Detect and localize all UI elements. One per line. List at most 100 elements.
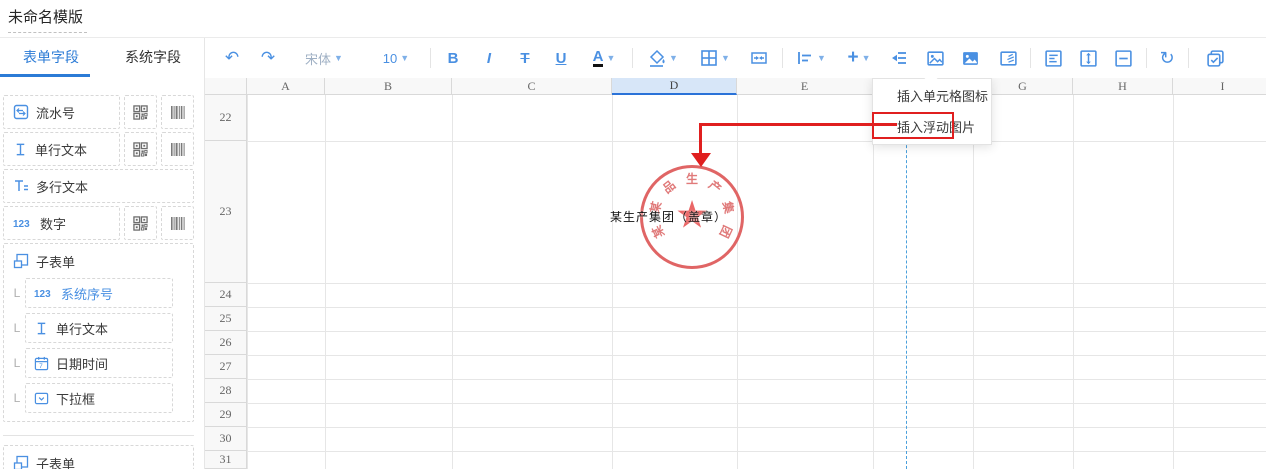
doc-dash-icon [1114,49,1133,68]
image-filled-icon [961,49,980,68]
single-line-text-icon [34,321,49,336]
row-height-button[interactable] [1075,38,1101,78]
chevron-down-icon: ▼ [669,53,678,63]
gridline [247,95,248,469]
field-barcode-item[interactable] [161,132,194,166]
chevron-down-icon: ▼ [334,53,343,63]
redo-button[interactable]: ↷ [256,38,280,78]
paint-bucket-icon [648,49,666,67]
sidebar-tab-0[interactable]: 表单字段 [0,38,102,77]
subform-child-item[interactable]: 下拉框 [25,383,173,413]
insert-image-filled-button[interactable] [957,38,983,78]
column-header-B[interactable]: B [325,78,452,95]
field-item: 流水号 [3,95,194,129]
doc-lines-icon [1044,49,1063,68]
tree-branch-icon: L [9,356,25,370]
underline-button[interactable]: U [548,38,574,78]
clear-format-button[interactable] [1110,38,1136,78]
column-header-A[interactable]: A [247,78,325,95]
subform-group[interactable]: 子表单L123系统序号L单行文本L7日期时间L下拉框 [3,243,194,422]
subform-child-item[interactable]: 7日期时间 [25,348,173,378]
bold-button[interactable]: B [440,38,466,78]
gridline [452,95,453,469]
field-qr-item[interactable] [124,132,157,166]
insert-button[interactable]: +▼ [838,38,880,78]
barcode-icon [170,106,186,119]
row-header-28[interactable]: 28 [205,379,247,403]
row-header-25[interactable]: 25 [205,307,247,331]
gridline [247,141,1266,142]
page-title[interactable]: 未命名模版 [8,6,87,33]
field-item: 多行文本 [3,169,194,203]
row-header-23[interactable]: 23 [205,141,247,283]
batch-copy-button[interactable] [1202,38,1228,78]
row-header-30[interactable]: 30 [205,427,247,451]
gridline [247,355,1266,356]
gridline [1173,95,1174,469]
spreadsheet[interactable]: ABCDEFGHI22232425262728293031 ★ 某某品生产集团 … [205,78,1266,469]
row-header-24[interactable]: 24 [205,283,247,307]
italic-button[interactable]: I [476,38,502,78]
column-header-D[interactable]: D [612,78,737,95]
subform-header: 子表单 [9,451,187,469]
refresh-button[interactable]: ↻ [1154,38,1180,78]
watermark-image-button[interactable] [995,38,1021,78]
subform-header: 子表单 [9,249,187,273]
cell-format-button[interactable] [1040,38,1066,78]
horizontal-align-button[interactable]: ▼ [790,38,832,78]
undo-button[interactable]: ↶ [220,38,244,78]
row-header-22[interactable]: 22 [205,95,247,141]
strikethrough-button[interactable]: T [512,38,538,78]
field-label: 子表单 [36,252,75,271]
field-drag-item[interactable]: 多行文本 [3,169,194,203]
field-barcode-item[interactable] [161,206,194,240]
row-header-29[interactable]: 29 [205,403,247,427]
field-label: 多行文本 [36,177,88,196]
gridline [612,95,613,469]
chevron-down-icon: ▼ [862,53,871,63]
chevron-down-icon: ▼ [606,53,615,63]
tree-branch-icon: L [9,391,25,405]
outdent-button[interactable] [886,38,912,78]
gridline [247,283,1266,284]
subform-group-2[interactable]: 子表单 [3,445,194,469]
borders-button[interactable]: ▼ [694,38,736,78]
qr-code-icon [133,216,148,231]
single-line-text-icon [13,142,28,157]
subform-child-item[interactable]: 123系统序号 [25,278,173,308]
serial-number-icon [13,104,29,120]
field-item: 123数字 [3,206,194,240]
field-drag-item[interactable]: 单行文本 [3,132,120,166]
font-family-select[interactable]: 宋体▼ [296,38,352,78]
field-drag-item[interactable]: 123数字 [3,206,120,240]
row-header-31[interactable]: 31 [205,451,247,469]
column-header-C[interactable]: C [452,78,612,95]
image-outline-icon [926,49,945,68]
merge-cells-button[interactable] [746,38,772,78]
toolbar-separator [1188,48,1189,68]
field-qr-item[interactable] [124,95,157,129]
insert-image-button[interactable] [922,38,948,78]
column-header-H[interactable]: H [1073,78,1173,95]
field-qr-item[interactable] [124,206,157,240]
barcode-icon [170,217,186,230]
subform-child-item[interactable]: 单行文本 [25,313,173,343]
font-color-button[interactable]: A▼ [584,38,624,78]
field-barcode-item[interactable] [161,95,194,129]
field-drag-item[interactable]: 流水号 [3,95,120,129]
fill-color-button[interactable]: ▼ [642,38,684,78]
row-header-27[interactable]: 27 [205,355,247,379]
sidebar-tab-1[interactable]: 系统字段 [102,38,204,77]
insert-image-dropdown-menu: 插入单元格图标插入浮动图片 [872,78,992,145]
page-break-dashed-line [906,95,907,469]
sheet-corner-cell[interactable] [205,78,247,95]
font-size-select[interactable]: 10▼ [374,38,418,78]
toolbar-separator [782,48,783,68]
column-header-E[interactable]: E [737,78,873,95]
row-header-26[interactable]: 26 [205,331,247,355]
menu-item-1[interactable]: 插入浮动图片 [873,112,991,141]
column-header-I[interactable]: I [1173,78,1266,95]
tree-branch-icon: L [9,321,25,335]
menu-item-0[interactable]: 插入单元格图标 [873,81,991,110]
multi-line-text-icon [13,178,29,194]
